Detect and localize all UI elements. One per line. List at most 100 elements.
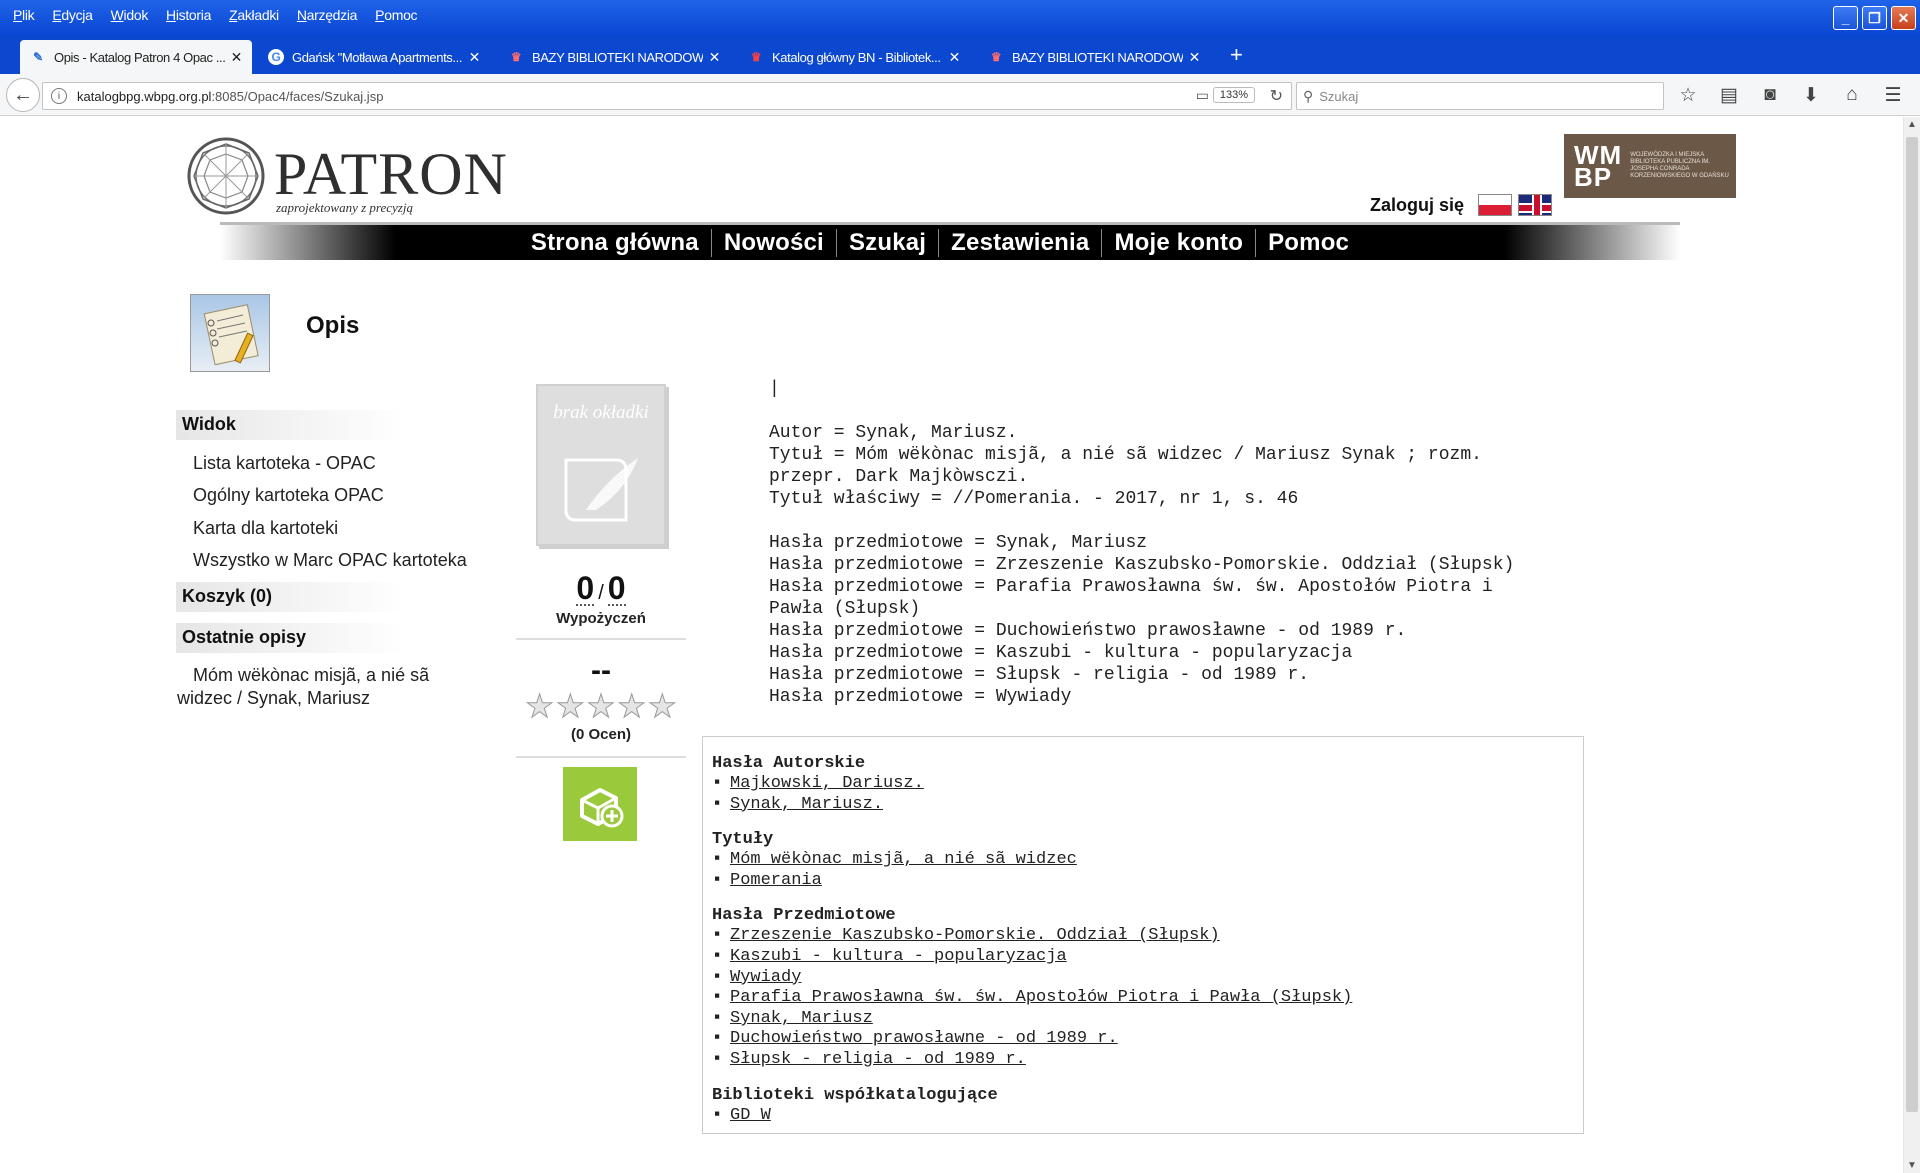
nav-strona-glowna[interactable]: Strona główna	[519, 228, 712, 257]
star-icon[interactable]: ★	[617, 690, 647, 723]
headings-box: Hasła Autorskie ▪ Majkowski, Dariusz. ▪ Sy…	[702, 736, 1584, 1134]
subject-link[interactable]: Synak, Mariusz	[730, 1009, 873, 1028]
sidebar-link-karta[interactable]: Karta dla kartoteki	[193, 518, 338, 539]
minimize-button[interactable]: _	[1833, 6, 1858, 30]
window-titlebar: Plik Edycja Widok Historia Zakładki Narz…	[0, 0, 1920, 36]
list-item: ▪ Parafia Prawosławna św. św. Apostołów P…	[712, 988, 1353, 1008]
sidebar-link-marc[interactable]: Wszystko w Marc OPAC kartoteka	[193, 550, 467, 571]
list-item: ▪ Słupsk - religia - od 1989 r.	[712, 1049, 1026, 1069]
hamburger-menu-icon[interactable]: ☰	[1881, 84, 1905, 107]
menu-edycja[interactable]: Edycja	[43, 7, 101, 23]
scrollbar-thumb[interactable]	[1906, 137, 1918, 1112]
text-cursor: |	[769, 379, 780, 399]
loans-current: 0	[576, 570, 595, 606]
title-link[interactable]: Pomerania	[730, 871, 822, 890]
menu-pomoc[interactable]: Pomoc	[366, 7, 426, 23]
subject-link[interactable]: Zrzeszenie Kaszubsko-Pomorskie. Oddział …	[730, 926, 1220, 945]
star-icon[interactable]: ★	[555, 690, 585, 723]
tab-gdansk[interactable]: G Gdańsk "Motława Apartments... ✕	[258, 40, 490, 74]
menu-zakladki[interactable]: Zakładki	[220, 7, 288, 23]
nav-moje-konto[interactable]: Moje konto	[1102, 228, 1257, 257]
authors-heading: Hasła Autorskie	[712, 754, 866, 773]
close-tab-icon[interactable]: ✕	[709, 49, 721, 66]
menu-widok[interactable]: Widok	[102, 7, 157, 23]
address-bar[interactable]: i katalogbpg.wbpg.org.pl:8085/Opac4/face…	[42, 82, 1292, 110]
subject-link[interactable]: Wywiady	[730, 968, 801, 987]
english-flag-icon[interactable]	[1518, 194, 1552, 216]
star-icon[interactable]: ★	[525, 690, 555, 723]
bookmarks-list-icon[interactable]: ▤	[1717, 84, 1741, 107]
subject-link[interactable]: Parafia Prawosławna św. św. Apostołów Pi…	[730, 988, 1352, 1007]
scroll-down-icon[interactable]: ▼	[1907, 1160, 1917, 1171]
star-icon[interactable]: ★	[586, 690, 616, 723]
tab-label: Gdańsk "Motława Apartments...	[292, 49, 463, 65]
rating-value: --	[591, 654, 611, 687]
tab-bazy-2[interactable]: ♛ BAZY BIBLIOTEKI NARODOWEJ ✕	[978, 40, 1210, 74]
star-icon[interactable]: ★	[648, 690, 678, 723]
sidebar-recent-heading: Ostatnie opisy	[176, 623, 406, 653]
login-link[interactable]: Zaloguj się	[1370, 195, 1464, 216]
download-icon[interactable]: ⬇	[1799, 84, 1823, 107]
nav-szukaj[interactable]: Szukaj	[837, 228, 940, 257]
bn-favicon-icon: ♛	[750, 50, 762, 64]
subject-link[interactable]: Duchowieństwo prawosławne - od 1989 r.	[730, 1029, 1118, 1048]
tab-opis[interactable]: ✎ Opis - Katalog Patron 4 Opac ... ✕	[20, 40, 252, 74]
author-link[interactable]: Synak, Mariusz.	[730, 795, 883, 814]
page-scrollbar[interactable]: ▲ ▼	[1903, 117, 1920, 1173]
close-tab-icon[interactable]: ✕	[469, 49, 481, 66]
sidebar-recent-item[interactable]: Móm wëkònac misjã, a nié sã widzec / Syn…	[177, 664, 467, 710]
tab-bazy-1[interactable]: ♛ BAZY BIBLIOTEKI NARODOWEJ ✕	[498, 40, 730, 74]
add-to-basket-button[interactable]	[563, 767, 637, 841]
new-tab-plus-icon[interactable]: +	[1230, 42, 1243, 68]
menu-bar: Plik Edycja Widok Historia Zakładki Narz…	[4, 7, 426, 23]
sidebar-widok-heading: Widok	[176, 410, 406, 440]
close-tab-icon[interactable]: ✕	[949, 49, 961, 66]
search-icon: ⚲	[1303, 87, 1314, 104]
tab-katalog-bn[interactable]: ♛ Katalog główny BN - Bibliotek... ✕	[738, 40, 970, 74]
library-link[interactable]: GD W	[730, 1106, 771, 1125]
author-link[interactable]: Majkowski, Dariusz.	[730, 774, 924, 793]
reload-icon[interactable]: ↻	[1270, 86, 1283, 106]
polish-flag-icon[interactable]	[1478, 194, 1512, 216]
zoom-level[interactable]: 133%	[1212, 87, 1255, 103]
quill-icon	[564, 458, 638, 522]
rating-count: (0 Ocen)	[570, 726, 631, 743]
menu-historia[interactable]: Historia	[157, 7, 220, 23]
bookmark-star-icon[interactable]: ☆	[1676, 84, 1700, 107]
restore-button[interactable]: ❐	[1862, 6, 1887, 30]
sidebar-link-ogolny-kartoteka[interactable]: Ogólny kartoteka OPAC	[193, 485, 384, 506]
reader-view-icon[interactable]: ▭	[1196, 87, 1209, 104]
sidebar-koszyk[interactable]: Koszyk (0)	[176, 582, 406, 612]
title-link[interactable]: Móm wëkònac misjã, a nié sã widzec	[730, 850, 1077, 869]
basket-add-icon	[580, 788, 624, 828]
close-tab-icon[interactable]: ✕	[1189, 49, 1201, 66]
titles-heading: Tytuły	[712, 830, 774, 850]
language-switcher	[1478, 194, 1552, 216]
libraries-heading: Biblioteki współkatalogujące	[712, 1085, 998, 1105]
menu-narzedzia[interactable]: Narzędzia	[288, 7, 366, 23]
scroll-up-icon[interactable]: ▲	[1907, 119, 1917, 130]
pocket-icon[interactable]: ◙	[1758, 84, 1782, 107]
subject-link[interactable]: Kaszubi - kultura - popularyzacja	[730, 947, 1067, 966]
sidebar-link-lista-kartoteka[interactable]: Lista kartoteka - OPAC	[193, 453, 376, 474]
list-item: ▪ Synak, Mariusz	[712, 1008, 873, 1028]
search-placeholder: Szukaj	[1319, 88, 1359, 104]
close-tab-icon[interactable]: ✕	[231, 49, 243, 66]
desc-subject: Hasła przedmiotowe = Duchowieństwo prawo…	[769, 621, 1407, 641]
close-window-button[interactable]: ✕	[1891, 6, 1916, 30]
patron-logo[interactable]: PATRON zaprojektowany z precyzją	[186, 136, 508, 218]
logo-wordmark: PATRON	[274, 141, 508, 207]
back-arrow-icon[interactable]: ←	[6, 78, 40, 112]
info-icon[interactable]: i	[51, 88, 67, 104]
google-favicon-icon: G	[268, 49, 284, 65]
tab-label: Katalog główny BN - Bibliotek...	[772, 49, 941, 65]
nav-zestawienia[interactable]: Zestawienia	[939, 228, 1103, 257]
home-icon[interactable]: ⌂	[1840, 84, 1864, 107]
nav-pomoc[interactable]: Pomoc	[1256, 229, 1361, 257]
search-input[interactable]: ⚲ Szukaj	[1296, 82, 1664, 110]
library-logo[interactable]: WM BP WOJEWÓDZKA I MIEJSKA BIBLIOTEKA PU…	[1564, 134, 1736, 198]
nav-nowosci[interactable]: Nowości	[712, 228, 837, 257]
list-item: ▪ Wywiady	[712, 967, 802, 987]
subject-link[interactable]: Słupsk - religia - od 1989 r.	[730, 1050, 1026, 1069]
menu-plik[interactable]: Plik	[4, 7, 43, 23]
